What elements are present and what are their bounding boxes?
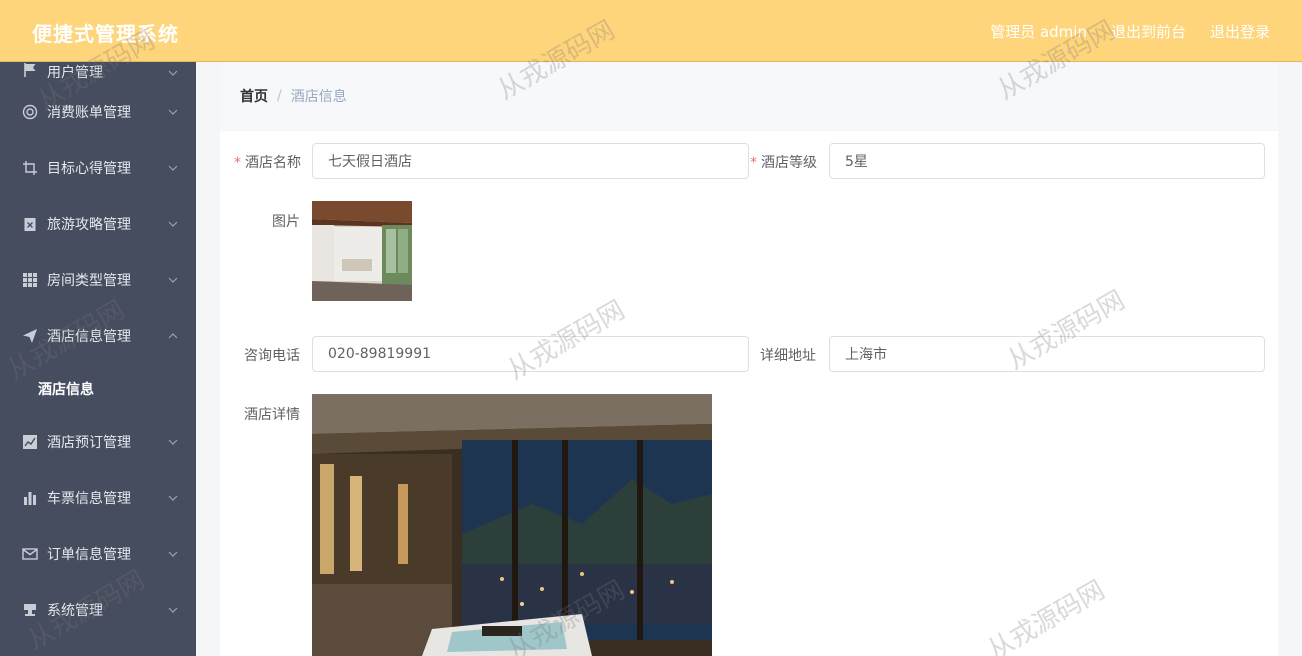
breadcrumb-home-link[interactable]: 首页 — [240, 86, 268, 106]
hotel-name-label-text: 酒店名称 — [245, 155, 301, 171]
app-title: 便捷式管理系统 — [32, 22, 179, 46]
sidebar-item-label: 旅游攻略管理 — [47, 217, 131, 233]
sidebar-item-label: 酒店预订管理 — [47, 435, 131, 451]
header-links: 管理员 admin 退出到前台 退出登录 — [990, 21, 1270, 42]
chevron-down-icon — [168, 165, 178, 171]
breadcrumb: 首页 / 酒店信息 — [220, 62, 1278, 130]
sidebar-item-ticket-management[interactable]: 车票信息管理 — [0, 470, 196, 526]
hotel-level-field[interactable]: 5星 — [829, 143, 1265, 179]
chevron-down-icon — [168, 109, 178, 115]
hotel-info-form: * 酒店名称 七天假日酒店 * 酒店等级 5星 图片 咨询电话 020-898199… — [220, 131, 1278, 656]
current-user-label: 管理员 admin — [990, 23, 1087, 41]
sidebar-item-user-management[interactable]: 用户管理 — [0, 62, 196, 84]
hotel-level-label: * 酒店等级 — [750, 152, 817, 172]
clipboard-x-icon — [22, 216, 38, 232]
sidebar-item-label: 系统管理 — [47, 603, 103, 619]
required-mark: * — [750, 155, 757, 171]
chevron-down-icon — [168, 70, 178, 76]
detail-label: 酒店详情 — [244, 407, 300, 423]
sidebar-item-label: 车票信息管理 — [47, 491, 131, 507]
sidebar-item-label: 订单信息管理 — [47, 547, 131, 563]
sidebar-item-travel-guide-management[interactable]: 旅游攻略管理 — [0, 196, 196, 252]
sidebar-item-hotel-info-management[interactable]: 酒店信息管理 — [0, 308, 196, 364]
image-label: 图片 — [272, 214, 300, 230]
address-field[interactable]: 上海市 — [829, 336, 1265, 372]
sidebar-item-hotel-booking-management[interactable]: 酒店预订管理 — [0, 414, 196, 470]
hotel-name-label: * 酒店名称 — [234, 152, 301, 172]
chevron-down-icon — [168, 277, 178, 283]
sidebar-item-label: 酒店信息管理 — [47, 329, 131, 345]
top-header-bar: 便捷式管理系统 管理员 admin 退出到前台 退出登录 — [0, 0, 1302, 62]
sidebar-item-goal-management[interactable]: 目标心得管理 — [0, 140, 196, 196]
sidebar-item-label: 消费账单管理 — [47, 105, 131, 121]
logout-link[interactable]: 退出登录 — [1210, 21, 1270, 42]
phone-field[interactable]: 020-89819991 — [312, 336, 749, 372]
sidebar-item-label: 目标心得管理 — [47, 161, 131, 177]
chevron-down-icon — [168, 439, 178, 445]
send-icon — [22, 328, 38, 344]
bar-chart-icon — [22, 490, 38, 506]
sidebar-item-order-management[interactable]: 订单信息管理 — [0, 526, 196, 582]
chevron-down-icon — [168, 607, 178, 613]
mail-icon — [22, 546, 38, 562]
phone-label: 咨询电话 — [244, 348, 300, 364]
sidebar-subitem-hotel-info[interactable]: 酒店信息 — [0, 364, 196, 414]
sidebar-menu: 用户管理 消费账单管理 目标心得管理 旅游攻略管理 房间类型管理 酒店信息管理 — [0, 62, 196, 656]
sidebar-item-label: 用户管理 — [47, 65, 103, 81]
crop-icon — [22, 160, 38, 176]
sidebar-item-label: 房间类型管理 — [47, 273, 131, 289]
chevron-down-icon — [168, 495, 178, 501]
grid-icon — [22, 272, 38, 288]
sidebar-item-bill-management[interactable]: 消费账单管理 — [0, 84, 196, 140]
stamp-icon — [22, 602, 38, 618]
chevron-down-icon — [168, 221, 178, 227]
chevron-down-icon — [168, 551, 178, 557]
breadcrumb-separator: / — [277, 88, 282, 104]
sidebar-item-room-type-management[interactable]: 房间类型管理 — [0, 252, 196, 308]
lifebuoy-icon — [22, 104, 38, 120]
sidebar-item-system-management[interactable]: 系统管理 — [0, 582, 196, 638]
hotel-level-label-text: 酒店等级 — [761, 155, 817, 171]
hotel-name-field[interactable]: 七天假日酒店 — [312, 143, 749, 179]
required-mark: * — [234, 155, 241, 171]
exit-to-frontend-link[interactable]: 退出到前台 — [1111, 21, 1186, 42]
line-chart-icon — [22, 434, 38, 450]
hotel-room-thumbnail[interactable] — [312, 201, 412, 301]
breadcrumb-current: 酒店信息 — [290, 89, 347, 105]
address-label: 详细地址 — [760, 348, 816, 364]
flag-icon — [22, 62, 38, 78]
chevron-up-icon — [168, 333, 178, 339]
hotel-detail-image — [312, 394, 712, 656]
